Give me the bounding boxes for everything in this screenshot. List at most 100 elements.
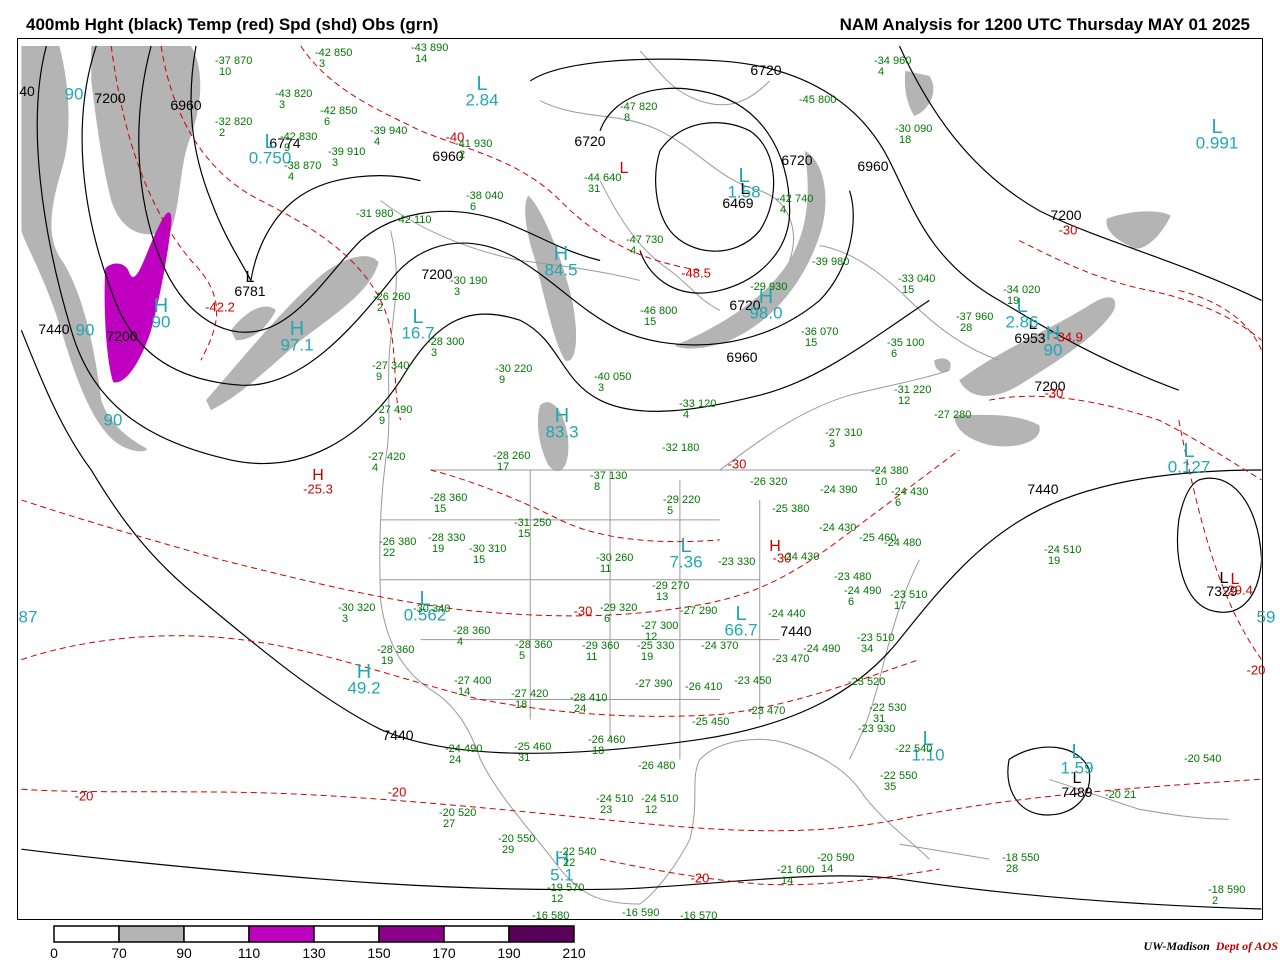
obs-dewpoint-depression: 3: [431, 347, 438, 359]
obs-height: 260: [508, 450, 531, 462]
obs-dewpoint-depression: 3: [319, 58, 326, 70]
obs-height: 390: [835, 484, 858, 496]
obs-dewpoint-depression: 2: [459, 149, 466, 161]
obs-dewpoint-depression: 2: [377, 302, 384, 314]
obs-dewpoint-depression: 14: [821, 863, 834, 875]
height-contour-label: 40: [19, 83, 35, 99]
temperature-contour-label: -20: [1246, 662, 1266, 678]
obs-dewpoint-depression: [413, 614, 417, 626]
obs-dewpoint-depression: 4: [780, 204, 787, 216]
obs-height: 430: [906, 486, 929, 498]
height-contour-label: 6781: [234, 283, 266, 299]
obs-height: 190: [465, 275, 488, 287]
height-contour-label: 7200: [94, 90, 126, 106]
obs-dewpoint-depression: [848, 687, 852, 699]
station-observation: -24 490 24: [445, 744, 482, 766]
obs-dewpoint-depression: 4: [372, 462, 379, 474]
temperature-contour-label: -30: [1044, 385, 1064, 401]
station-observation: -28 360 5: [515, 640, 552, 662]
obs-dewpoint-depression: 28: [960, 322, 973, 334]
station-observation: -24 370: [701, 641, 738, 663]
obs-height: 590: [637, 907, 660, 919]
station-observation: -37 960 28: [956, 312, 993, 334]
obs-height: 070: [816, 326, 839, 338]
station-observation: -27 400 14: [454, 676, 491, 698]
station-observation: -30 220 9: [495, 364, 532, 386]
height-contour-label: 6960: [726, 349, 758, 365]
height-contour-label: 6720: [781, 152, 813, 168]
obs-height: 310: [484, 543, 507, 555]
wind-speed-legend: 0 70 90 110 130 150 170 190 210: [50, 925, 586, 960]
obs-dewpoint-depression: [718, 567, 722, 579]
obs-dewpoint-depression: 9: [499, 374, 506, 386]
obs-dewpoint-depression: 13: [656, 591, 669, 603]
wind-speed-center-value: 90: [1043, 340, 1063, 360]
obs-dewpoint-depression: 18: [899, 134, 912, 146]
credit-label: UW-Madison Dept of AOS: [1144, 939, 1278, 954]
station-observation: -27 310 3: [825, 428, 862, 450]
station-observation: -20 520 27: [439, 808, 476, 830]
obs-dewpoint-depression: 4: [288, 171, 295, 183]
station-observation: -32 180: [662, 443, 699, 465]
obs-dewpoint-depression: 3: [332, 157, 339, 169]
legend-tick-label: 110: [238, 945, 261, 960]
station-observation: -25 450: [692, 717, 729, 739]
station-observation: -47 730 4: [626, 235, 663, 257]
temperature-contour-label: -20: [387, 784, 407, 800]
legend-tick-label: 0: [50, 945, 58, 960]
obs-dewpoint-depression: 14: [458, 686, 471, 698]
station-observation: -39 910 3: [328, 147, 365, 169]
obs-height: 260: [611, 552, 634, 564]
station-observation: -24 440: [768, 609, 805, 631]
station-observation: -23 470: [772, 654, 809, 676]
obs-dewpoint-depression: [1184, 764, 1188, 776]
obs-dewpoint-depression: 34: [861, 643, 874, 655]
obs-dewpoint-depression: 15: [518, 528, 531, 540]
obs-dewpoint-depression: 6: [895, 497, 902, 509]
station-observation: -30 310 15: [469, 544, 506, 566]
obs-dewpoint-depression: [638, 771, 642, 783]
obs-dewpoint-depression: 6: [324, 116, 331, 128]
obs-dewpoint-depression: 19: [1048, 555, 1061, 567]
obs-height: 820: [230, 116, 253, 128]
obs-height: 040: [481, 190, 504, 202]
credit-dept: Dept of AOS: [1215, 939, 1278, 953]
station-observation: -18 550 28: [1002, 853, 1039, 875]
temperature-contour-label: -42.2: [205, 299, 235, 315]
wind-speed-center-value: 84.5: [544, 260, 578, 280]
wind-speed-center-value: 83.3: [545, 422, 579, 442]
station-observation: -24 430 6: [891, 487, 928, 509]
wind-speed-center-value: 7.36: [669, 552, 703, 572]
obs-height: 870: [230, 55, 253, 67]
station-observation: -27 420 4: [368, 452, 405, 474]
legend-swatch: [313, 925, 380, 943]
wind-speed-center-value: 90: [75, 320, 95, 340]
station-observation: -37 130 8: [590, 471, 627, 493]
legend-tick-label: 210: [562, 945, 586, 960]
station-observation: -28 410 24: [570, 693, 607, 715]
legend-swatch: [508, 925, 575, 943]
height-contour-label: 7440: [38, 321, 70, 337]
obs-height: 330: [733, 556, 756, 568]
obs-height: 550: [1017, 852, 1040, 864]
station-observation: -38 870 4: [284, 161, 321, 183]
obs-height: 980: [827, 256, 850, 268]
obs-height: 930: [470, 138, 493, 150]
obs-dewpoint-depression: [680, 616, 684, 628]
obs-dewpoint-depression: 11: [586, 651, 598, 663]
obs-height: 480: [899, 537, 922, 549]
station-observation: -29 930: [750, 282, 787, 304]
obs-height: 550: [895, 770, 918, 782]
obs-height: 340: [428, 603, 451, 615]
temperature-contour-label: -20: [74, 788, 94, 804]
temperature-contour-label: -20: [690, 870, 710, 886]
obs-height: 930: [765, 281, 788, 293]
obs-dewpoint-depression: 24: [449, 754, 462, 766]
obs-height: 340: [387, 360, 410, 372]
obs-height: 470: [763, 705, 786, 717]
obs-height: 380: [787, 503, 810, 515]
obs-dewpoint-depression: 15: [902, 284, 915, 296]
obs-dewpoint-depression: 14: [415, 53, 428, 65]
wind-speed-center-value: 59: [1256, 607, 1276, 627]
station-observation: -30 190 3: [450, 276, 487, 298]
